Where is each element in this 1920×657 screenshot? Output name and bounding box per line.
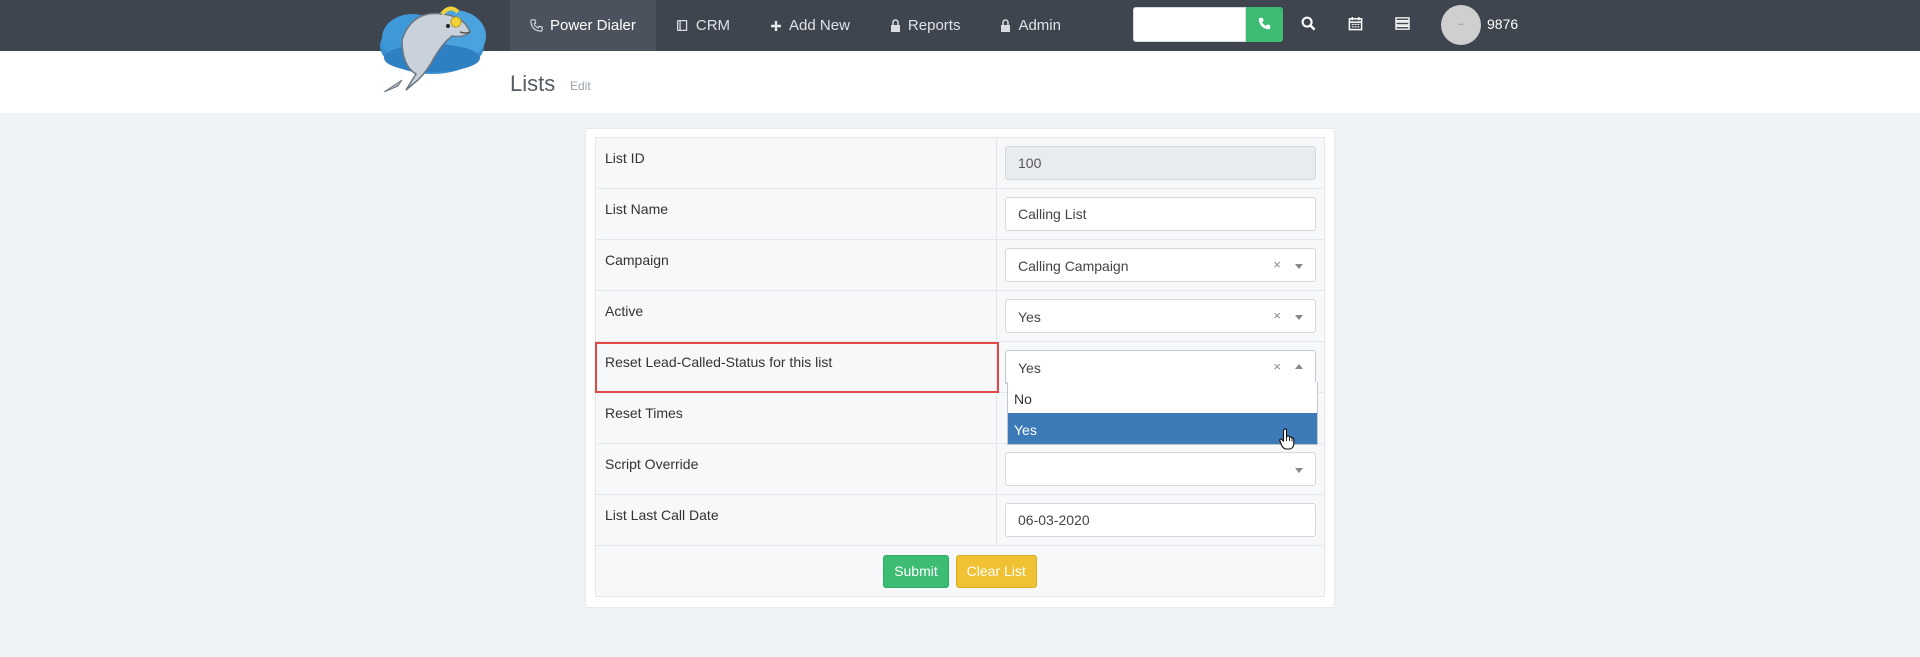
select-value: Yes (1018, 309, 1041, 325)
clear-selection-icon[interactable]: × (1273, 308, 1281, 323)
dropdown-option-no[interactable]: No (1008, 382, 1317, 413)
user-extension[interactable]: 9876 (1487, 16, 1518, 32)
user-avatar[interactable]: ••• (1441, 5, 1481, 45)
dial-button[interactable] (1246, 7, 1283, 42)
field-label: List Name (595, 188, 997, 240)
list-view-button[interactable] (1389, 12, 1415, 38)
select-value: Calling Campaign (1018, 258, 1129, 274)
clear-selection-icon[interactable]: × (1273, 359, 1281, 374)
calendar-icon (1348, 16, 1363, 34)
field-label: Reset Lead-Called-Status for this list (595, 341, 997, 393)
nav-label: Reports (907, 17, 961, 34)
search-icon (1301, 16, 1316, 34)
list-icon (1394, 16, 1410, 34)
reset-status-dropdown: No Yes (1007, 382, 1318, 445)
active-select[interactable]: Yes × (1005, 299, 1316, 333)
script-override-select[interactable] (1005, 452, 1316, 486)
field-label: Reset Times (595, 392, 997, 444)
field-label: Active (595, 290, 997, 342)
nav-label: CRM (695, 17, 731, 34)
dolphin-logo[interactable] (372, 0, 496, 93)
hand-cursor-icon (1279, 428, 1295, 453)
form-row-campaign: Campaign Calling Campaign × (595, 239, 1325, 291)
form-row-active: Active Yes × (595, 290, 1325, 342)
field-label: Script Override (595, 443, 997, 495)
nav-admin[interactable]: Admin (980, 0, 1081, 51)
nav-label: Admin (1018, 17, 1061, 34)
phone-icon (530, 19, 543, 32)
search-button[interactable] (1295, 12, 1321, 38)
book-icon (676, 19, 689, 32)
field-label: List Last Call Date (595, 494, 997, 546)
chevron-up-icon (1295, 364, 1303, 369)
chevron-down-icon (1295, 264, 1303, 269)
edit-link[interactable]: Edit (570, 79, 591, 93)
clear-selection-icon[interactable]: × (1273, 257, 1281, 272)
nav-label: Add New (789, 17, 850, 34)
nav-power-dialer[interactable]: Power Dialer (510, 0, 656, 51)
nav-add-new[interactable]: Add New (750, 0, 870, 51)
select-value: Yes (1018, 360, 1041, 376)
submit-button[interactable]: Submit (883, 554, 949, 588)
form-row-list-name: List Name (595, 188, 1325, 240)
form-row-list-id: List ID (595, 137, 1325, 189)
list-form: List ID List Name Campaign Calling Campa… (595, 137, 1325, 597)
lock-icon (890, 19, 901, 32)
field-label: Campaign (595, 239, 997, 291)
main-nav: Power Dialer CRM Add New Reports Admin (510, 0, 1081, 51)
form-row-last-call-date: List Last Call Date (595, 494, 1325, 546)
clear-list-button[interactable]: Clear List (955, 554, 1037, 588)
campaign-select[interactable]: Calling Campaign × (1005, 248, 1316, 282)
phone-icon (1258, 17, 1271, 33)
plus-icon (770, 20, 782, 32)
form-row-script-override: Script Override (595, 443, 1325, 495)
nav-crm[interactable]: CRM (656, 0, 750, 51)
nav-reports[interactable]: Reports (870, 0, 981, 51)
dial-number-input[interactable] (1133, 7, 1246, 42)
list-id-input (1005, 146, 1316, 180)
chevron-down-icon (1295, 315, 1303, 320)
dropdown-option-yes[interactable]: Yes (1008, 413, 1317, 444)
list-name-input[interactable] (1005, 197, 1316, 231)
page-title: Lists (510, 71, 556, 96)
avatar-placeholder-icon: ••• (1458, 22, 1464, 28)
last-call-date-input[interactable] (1005, 503, 1316, 537)
field-label: List ID (595, 137, 997, 189)
page-header (0, 51, 1920, 113)
nav-label: Power Dialer (550, 17, 636, 34)
lock-icon (1000, 19, 1011, 32)
form-row-actions: Submit Clear List (595, 545, 1325, 597)
calendar-button[interactable] (1342, 12, 1368, 38)
reset-status-select[interactable]: Yes × (1005, 350, 1316, 384)
chevron-down-icon (1295, 468, 1303, 473)
